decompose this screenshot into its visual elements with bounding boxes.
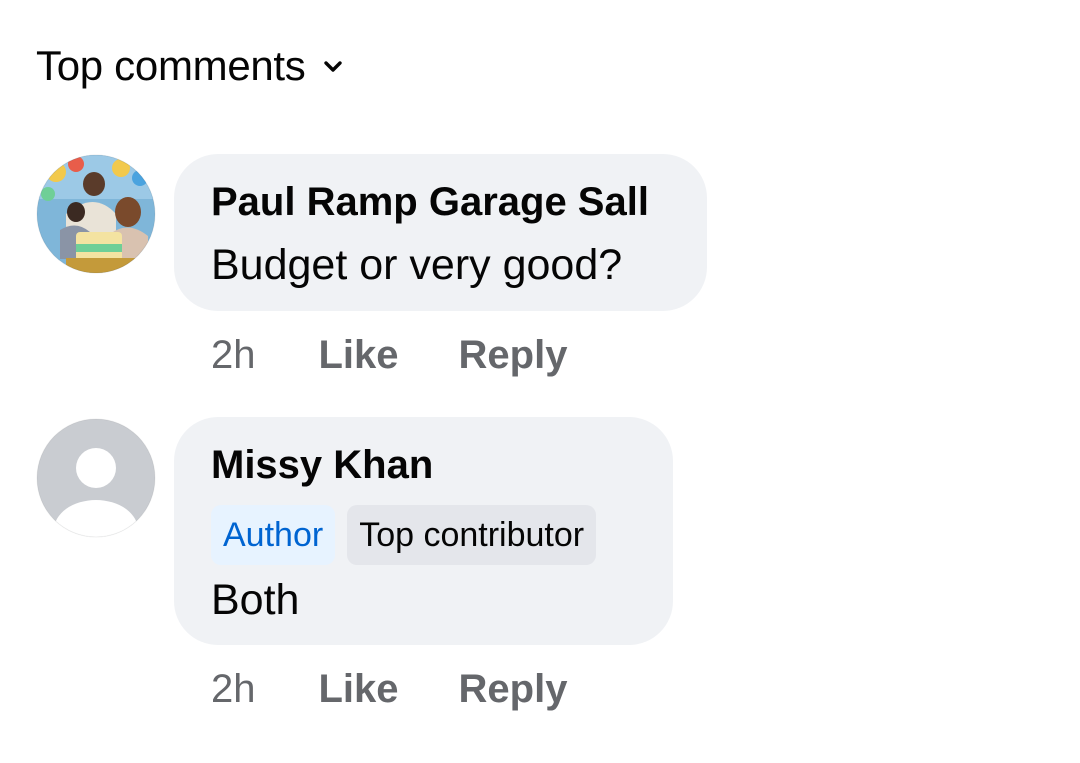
like-button[interactable]: Like [319, 667, 399, 712]
comment-author-name[interactable]: Paul Ramp Garage Sall [211, 178, 669, 226]
comment-text: Budget or very good? [211, 241, 623, 289]
chevron-down-icon [323, 61, 342, 72]
comment-bubble: Paul Ramp Garage Sall Budget or very goo… [174, 154, 707, 311]
reply-button[interactable]: Reply [459, 667, 568, 712]
avatar[interactable] [36, 154, 156, 274]
author-badge: Author [211, 505, 336, 565]
avatar[interactable] [36, 418, 156, 538]
comment-bubble: Missy Khan Author Top contributor Both [174, 417, 673, 645]
default-profile-icon [36, 418, 156, 538]
top-contributor-badge: Top contributor [347, 505, 597, 565]
comment-actions: 2h Like Reply [211, 664, 627, 714]
profile-photo-icon [36, 154, 156, 274]
badge-row: Author Top contributor [211, 505, 635, 565]
comment-timestamp[interactable]: 2h [211, 333, 256, 378]
comment-timestamp[interactable]: 2h [211, 667, 256, 712]
comment-text: Both [211, 576, 300, 624]
like-button[interactable]: Like [319, 333, 399, 378]
sort-comments-dropdown[interactable]: Top comments [36, 38, 344, 94]
sort-label: Top comments [36, 42, 306, 89]
reply-button[interactable]: Reply [459, 333, 568, 378]
comment-actions: 2h Like Reply [211, 330, 627, 380]
comment-author-name[interactable]: Missy Khan [211, 441, 635, 489]
